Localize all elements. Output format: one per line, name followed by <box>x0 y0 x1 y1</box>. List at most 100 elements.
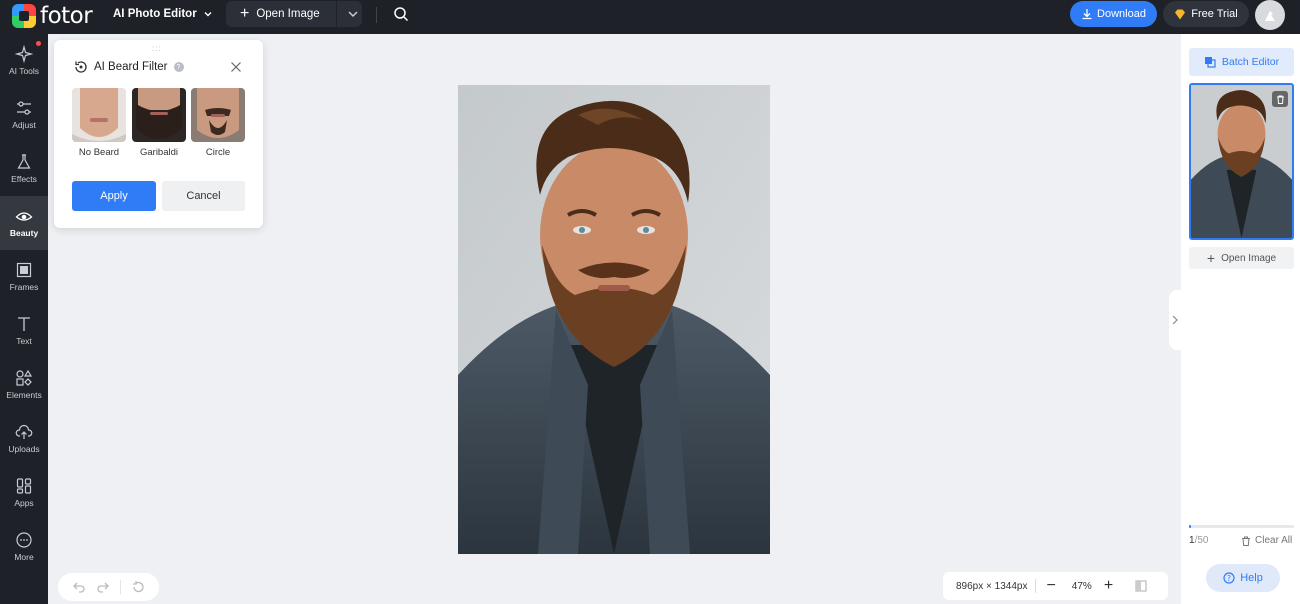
app-mode-dropdown[interactable]: AI Photo Editor <box>113 8 213 20</box>
reset-icon[interactable] <box>131 580 145 594</box>
drag-handle-icon[interactable]: ::: <box>152 44 162 53</box>
plus-icon: + <box>1206 250 1216 266</box>
apply-button[interactable]: Apply <box>72 181 156 211</box>
sidebar-item-effects[interactable]: Effects <box>0 142 48 196</box>
sliders-icon <box>15 98 33 118</box>
toolbar-divider <box>376 7 377 23</box>
left-sidebar: AI Tools Adjust Effects Beauty Frames Te… <box>0 34 48 604</box>
image-thumbnail[interactable] <box>1189 83 1294 240</box>
clear-all-label: Clear All <box>1255 535 1293 546</box>
sidebar-item-label: Beauty <box>9 228 39 238</box>
sidebar-item-label: Apps <box>14 498 34 508</box>
sidebar-item-label: Elements <box>6 390 42 400</box>
sidebar-item-adjust[interactable]: Adjust <box>0 88 48 142</box>
clear-all-button[interactable]: Clear All <box>1241 535 1292 546</box>
free-trial-label: Free Trial <box>1191 8 1238 20</box>
zoom-level[interactable]: 47% <box>1072 581 1092 592</box>
download-icon <box>1082 9 1092 20</box>
sidebar-item-label: Uploads <box>8 444 40 454</box>
collapse-right-panel-tab[interactable] <box>1169 290 1181 350</box>
panel-title: AI Beard Filter <box>94 61 168 73</box>
frame-icon <box>15 260 33 280</box>
sidebar-item-label: More <box>14 552 34 562</box>
panel-header: AI Beard Filter ? <box>74 60 184 74</box>
download-button[interactable]: Download <box>1070 1 1157 27</box>
help-icon: ? <box>1223 572 1235 584</box>
download-label: Download <box>1097 8 1146 20</box>
beard-option-thumbnail <box>72 88 126 142</box>
batch-icon <box>1204 57 1216 68</box>
beard-filter-icon <box>75 61 87 73</box>
beard-filter-panel: ::: AI Beard Filter ? No Beard Garibaldi… <box>54 40 263 228</box>
trash-icon <box>1242 536 1250 546</box>
zoom-in-icon[interactable]: + <box>1104 577 1113 595</box>
sidebar-item-uploads[interactable]: Uploads <box>0 412 48 466</box>
sidebar-item-label: Effects <box>11 174 37 184</box>
upload-progress-fill <box>1189 525 1192 528</box>
free-trial-button[interactable]: Free Trial <box>1163 1 1249 27</box>
apps-icon <box>15 476 33 496</box>
sidebar-item-text[interactable]: Text <box>0 304 48 358</box>
user-avatar-icon <box>1265 11 1275 21</box>
cloud-upload-icon <box>15 422 33 442</box>
open-image-small-label: Open Image <box>1221 252 1277 264</box>
sidebar-item-ai-tools[interactable]: AI Tools <box>0 34 48 88</box>
beard-option-circle[interactable]: Circle <box>191 88 245 158</box>
sidebar-item-frames[interactable]: Frames <box>0 250 48 304</box>
beard-option-no-beard[interactable]: No Beard <box>72 88 126 158</box>
image-count: 1/50 <box>1189 535 1208 546</box>
fotor-logo[interactable]: fotor <box>12 3 93 29</box>
open-image-button[interactable]: + Open Image <box>226 1 362 27</box>
zoom-out-icon[interactable]: − <box>1046 577 1055 595</box>
redo-icon[interactable] <box>96 580 110 594</box>
canvas-image[interactable] <box>458 85 770 554</box>
sidebar-item-label: Adjust <box>12 120 36 130</box>
sidebar-item-elements[interactable]: Elements <box>0 358 48 412</box>
app-mode-label: AI Photo Editor <box>113 8 197 20</box>
open-image-small-button[interactable]: + Open Image <box>1189 247 1294 269</box>
beard-option-thumbnail <box>132 88 186 142</box>
sidebar-item-beauty[interactable]: Beauty <box>0 196 48 250</box>
sidebar-item-more[interactable]: More <box>0 520 48 574</box>
delete-image-icon[interactable] <box>1272 91 1288 107</box>
top-bar: fotor AI Photo Editor + Open Image Downl… <box>0 0 1300 34</box>
beard-option-garibaldi[interactable]: Garibaldi <box>132 88 186 158</box>
sidebar-item-label: AI Tools <box>8 66 40 76</box>
plus-icon: + <box>240 5 250 22</box>
more-icon <box>15 530 33 550</box>
sidebar-item-label: Frames <box>9 282 39 292</box>
image-count-total: /50 <box>1194 535 1209 546</box>
chevron-down-icon <box>204 12 212 17</box>
help-circle-icon[interactable]: ? <box>173 62 184 72</box>
avatar[interactable] <box>1255 0 1285 30</box>
help-button[interactable]: ? Help <box>1206 564 1280 592</box>
batch-editor-button[interactable]: Batch Editor <box>1189 48 1294 76</box>
compare-icon[interactable] <box>1135 580 1147 592</box>
flask-icon <box>15 152 33 172</box>
cancel-button[interactable]: Cancel <box>162 181 245 211</box>
diamond-icon <box>1175 9 1186 19</box>
sidebar-item-label: Text <box>16 336 32 346</box>
beard-option-label: No Beard <box>78 147 120 158</box>
split-divider <box>336 1 337 27</box>
logo-text: fotor <box>40 3 93 29</box>
svg-text:?: ? <box>1227 574 1231 583</box>
open-image-label: Open Image <box>256 8 320 20</box>
beard-option-thumbnail <box>191 88 245 142</box>
history-bar <box>58 573 159 601</box>
help-label: Help <box>1240 572 1263 584</box>
sidebar-item-apps[interactable]: Apps <box>0 466 48 520</box>
zoom-bar: 896px × 1344px − 47% + <box>943 572 1168 600</box>
close-icon[interactable] <box>230 61 242 73</box>
history-divider <box>120 580 121 594</box>
notification-dot <box>36 41 41 46</box>
zoom-divider <box>1035 579 1037 593</box>
upload-progress-bar <box>1189 525 1294 528</box>
undo-icon[interactable] <box>72 580 86 594</box>
open-image-menu-chevron-icon[interactable] <box>344 5 362 23</box>
shapes-icon <box>15 368 33 388</box>
chevron-right-icon <box>1172 315 1178 325</box>
text-icon <box>15 314 33 334</box>
beard-option-label: Circle <box>205 147 231 158</box>
search-icon[interactable] <box>393 6 409 22</box>
